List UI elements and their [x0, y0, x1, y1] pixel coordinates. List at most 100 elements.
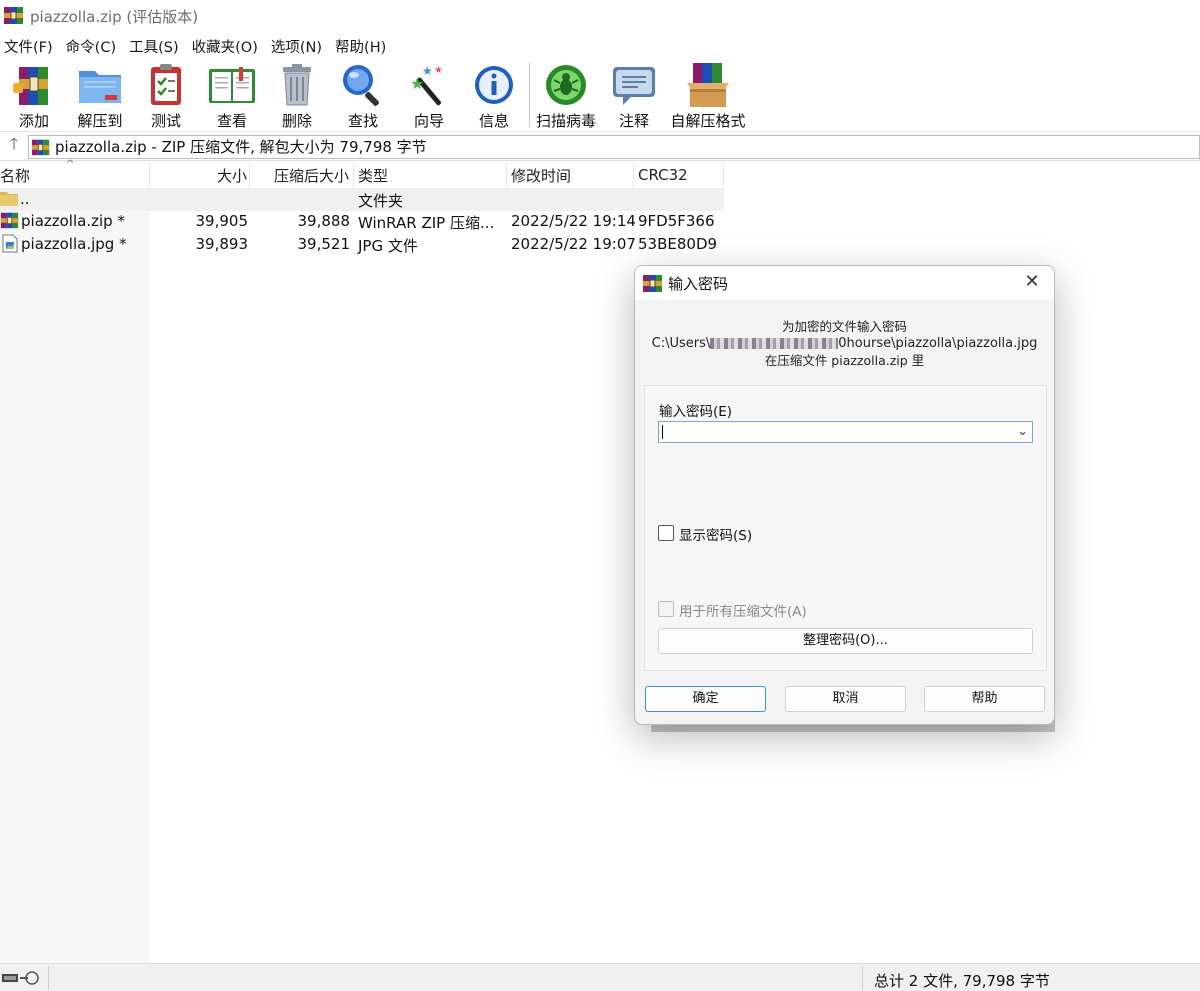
- column-packed[interactable]: 压缩后大小: [250, 163, 354, 187]
- status-separator: [48, 966, 49, 990]
- path-text: piazzolla.zip - ZIP 压缩文件, 解包大小为 79,798 字…: [55, 138, 427, 156]
- extract-to-label: 解压到: [77, 112, 123, 130]
- status-separator: [862, 966, 863, 990]
- folder-icon: [0, 192, 18, 206]
- virus-scan-button[interactable]: 扫描病毒: [534, 61, 598, 131]
- extract-folder-icon: [79, 71, 121, 103]
- menu-file[interactable]: 文件(F): [0, 36, 62, 57]
- info-line-1: 为加密的文件输入密码: [781, 319, 907, 334]
- row-size: 39,893: [195, 235, 249, 253]
- wizard-label: 向导: [413, 112, 444, 130]
- menu-options[interactable]: 选项(N): [267, 36, 331, 57]
- help-button[interactable]: 帮助: [924, 686, 1045, 712]
- column-type[interactable]: 类型: [354, 163, 507, 187]
- column-modified-label: 修改时间: [511, 166, 572, 185]
- wizard-button[interactable]: ★ ★ ★ 向导: [397, 61, 461, 131]
- table-row[interactable]: piazzolla.jpg * 39,893 39,521 JPG 文件 202…: [0, 233, 724, 256]
- svg-text:★: ★: [422, 64, 433, 78]
- table-row[interactable]: .. 文件夹: [0, 188, 724, 211]
- password-group: 输入密码(E) ⌄ 显示密码(S) 用于所有压缩文件(A) 整理密码(O)...: [644, 385, 1047, 671]
- password-label: 输入密码(E): [659, 404, 733, 420]
- list-gutter: [0, 210, 150, 962]
- add-button[interactable]: 添加: [2, 61, 66, 131]
- winrar-app-icon: [3, 4, 25, 30]
- up-arrow-icon[interactable]: 🡑: [0, 133, 28, 161]
- show-password-label[interactable]: 显示密码(S): [679, 524, 752, 544]
- menu-commands[interactable]: 命令(C): [62, 36, 125, 57]
- show-password-checkbox[interactable]: [658, 525, 674, 541]
- row-modified: 2022/5/22 19:07: [511, 235, 636, 253]
- password-input[interactable]: ⌄: [658, 421, 1033, 443]
- redacted-path: [710, 338, 839, 349]
- chevron-down-icon[interactable]: ⌄: [1017, 422, 1028, 442]
- use-for-all-label[interactable]: 用于所有压缩文件(A): [679, 600, 807, 620]
- info-path-prefix: C:\Users\: [651, 336, 711, 351]
- extract-to-button[interactable]: 解压到: [68, 61, 132, 131]
- wizard-wand-icon: ★★ ★: [410, 64, 443, 106]
- info-button[interactable]: 信息: [462, 61, 526, 131]
- comment-button[interactable]: 注释: [602, 61, 666, 131]
- comment-icon: [613, 67, 655, 105]
- info-line-3-prefix: 在压缩文件: [764, 353, 828, 368]
- winrar-app-icon: [643, 275, 662, 292]
- menu-bar: 文件(F) 命令(C) 工具(S) 收藏夹(O) 选项(N) 帮助(H): [0, 33, 1200, 59]
- find-button[interactable]: 查找: [331, 61, 395, 131]
- dialog-title-bar: 输入密码 ✕: [635, 266, 1054, 300]
- row-name: piazzolla.zip *: [21, 212, 125, 230]
- row-modified: 2022/5/22 19:14: [511, 212, 636, 230]
- toolbar: 添加 解压到 测试 查看 删除 查找 ★ ★ ★ 向导 信息 扫描病毒 注释 自…: [0, 59, 1200, 132]
- menu-favorites[interactable]: 收藏夹(O): [188, 36, 267, 57]
- svg-text:★: ★: [434, 65, 443, 76]
- close-icon[interactable]: ✕: [1020, 270, 1044, 294]
- row-packed: 39,521: [297, 235, 351, 253]
- delete-button[interactable]: 删除: [265, 61, 329, 131]
- column-size[interactable]: 大小: [150, 163, 250, 187]
- row-size: 39,905: [195, 212, 249, 230]
- virus-scan-label: 扫描病毒: [535, 112, 596, 130]
- row-packed: 39,888: [297, 212, 351, 230]
- view-button[interactable]: 查看: [200, 61, 264, 131]
- path-field[interactable]: piazzolla.zip - ZIP 压缩文件, 解包大小为 79,798 字…: [28, 134, 1200, 159]
- info-line-3-suffix: piazzolla.zip 里: [827, 353, 925, 368]
- add-label: 添加: [18, 112, 49, 130]
- info-label: 信息: [478, 112, 509, 130]
- drive-key-icon: [2, 971, 39, 985]
- add-archive-icon: [13, 67, 48, 105]
- cancel-button[interactable]: 取消: [785, 686, 906, 712]
- comment-label: 注释: [618, 112, 649, 130]
- row-name: ..: [20, 190, 30, 208]
- column-name[interactable]: 名称: [0, 163, 150, 187]
- column-type-label: 类型: [358, 166, 389, 185]
- status-bar: 总计 2 文件, 79,798 字节: [0, 963, 1200, 991]
- row-type: JPG 文件: [358, 237, 418, 255]
- use-for-all-checkbox[interactable]: [658, 601, 674, 617]
- test-button[interactable]: 测试: [134, 61, 198, 131]
- view-label: 查看: [216, 112, 247, 130]
- dialog-info: 为加密的文件输入密码 C:\Users\ 0hourse\piazzolla\pi…: [635, 318, 1054, 369]
- ok-button[interactable]: 确定: [645, 686, 766, 712]
- toolbar-separator: [529, 63, 530, 127]
- sfx-button[interactable]: 自解压格式: [670, 61, 746, 131]
- delete-label: 删除: [281, 112, 312, 130]
- info-line-3: 在压缩文件 piazzolla.zip 里: [635, 352, 1054, 369]
- column-crc32[interactable]: CRC32: [634, 163, 724, 187]
- column-crc32-label: CRC32: [638, 166, 688, 184]
- password-dialog: 输入密码 ✕ 为加密的文件输入密码 C:\Users\ 0hourse\piazz…: [634, 265, 1055, 725]
- sfx-label: 自解压格式: [670, 112, 746, 130]
- image-file-icon: [2, 234, 18, 253]
- menu-help[interactable]: 帮助(H): [331, 36, 395, 57]
- zip-file-icon: [0, 212, 19, 229]
- status-summary: 总计 2 文件, 79,798 字节: [874, 972, 1050, 990]
- menu-tools[interactable]: 工具(S): [125, 36, 188, 57]
- column-modified[interactable]: 修改时间: [507, 163, 634, 187]
- info-path-suffix: 0hourse\piazzolla\piazzolla.jpg: [838, 336, 1038, 351]
- magnifier-icon: [343, 65, 379, 106]
- sfx-box-icon: [687, 63, 729, 107]
- row-type: WinRAR ZIP 压缩...: [358, 214, 495, 232]
- find-label: 查找: [347, 112, 378, 130]
- table-row[interactable]: piazzolla.zip * 39,905 39,888 WinRAR ZIP…: [0, 210, 724, 233]
- organize-passwords-button[interactable]: 整理密码(O)...: [658, 628, 1033, 654]
- test-clipboard-icon: [151, 64, 181, 105]
- info-path: C:\Users\ 0hourse\piazzolla\piazzolla.jpg: [635, 335, 1054, 352]
- row-name: piazzolla.jpg *: [21, 235, 127, 253]
